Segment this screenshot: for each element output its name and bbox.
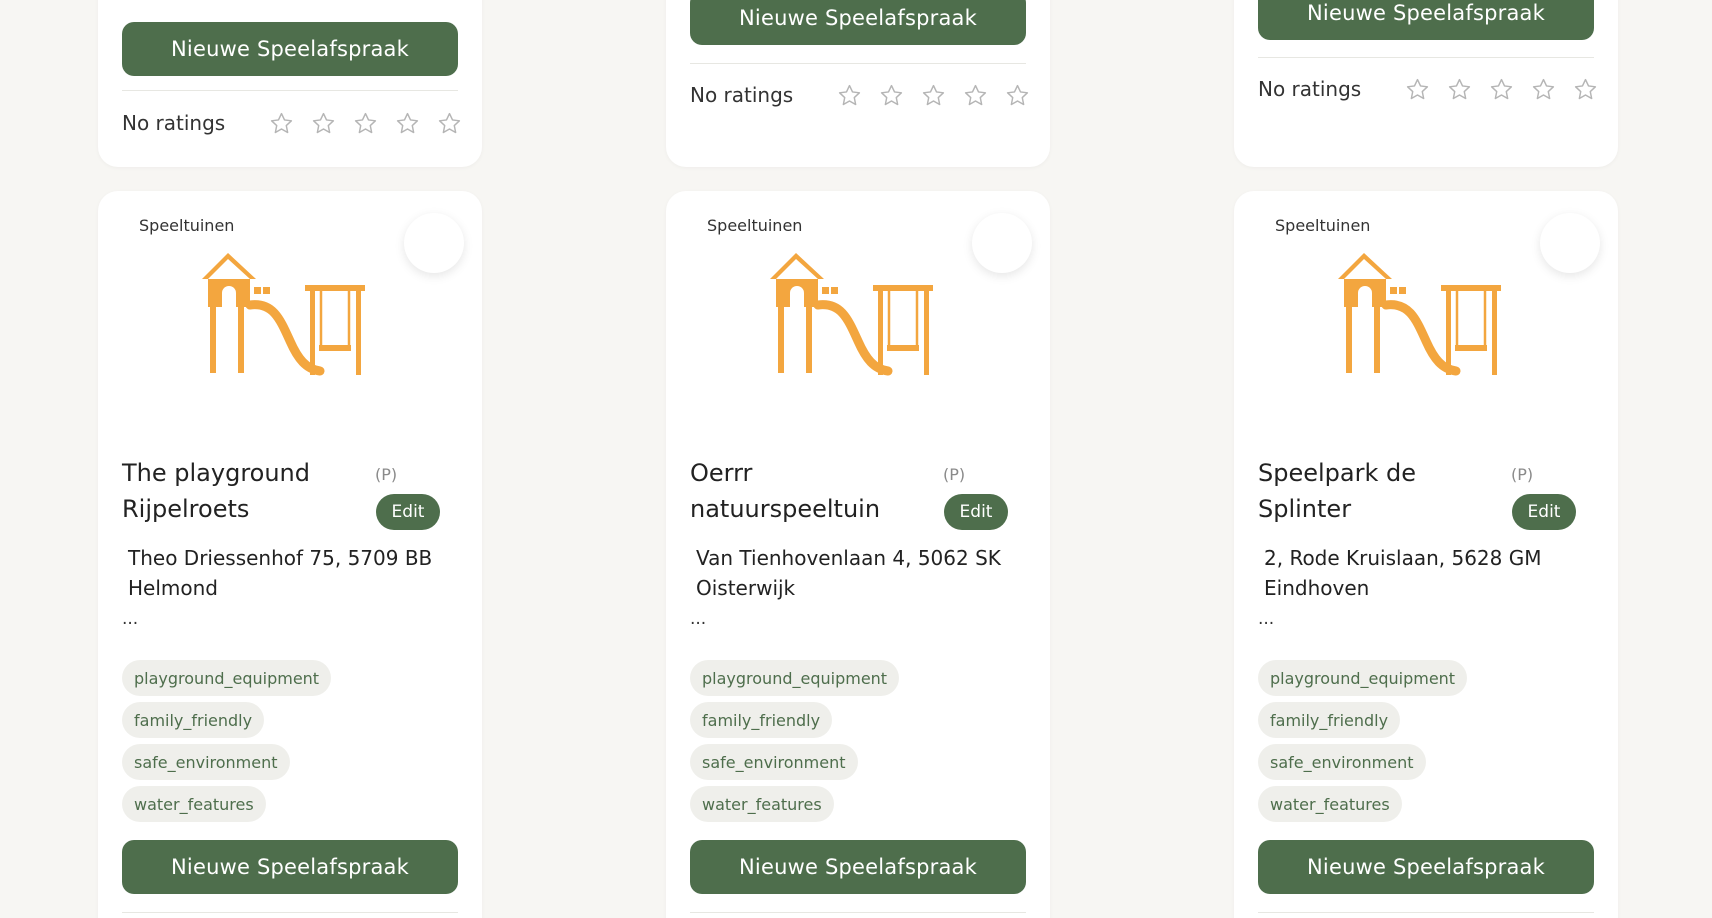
tag-list: playground_equipment family_friendly saf… <box>1258 660 1468 822</box>
favorite-button[interactable] <box>404 213 464 273</box>
address: 2, Rode Kruislaan, 5628 GM Eindhoven <box>1264 546 1542 600</box>
favorite-button[interactable] <box>972 213 1032 273</box>
tag-chip: family_friendly <box>122 702 265 738</box>
divider <box>1258 912 1594 913</box>
playground-card-top-3: Nieuwe Speelafspraak No ratings <box>1234 0 1618 167</box>
tag-chip: safe_environment <box>690 744 858 780</box>
star-icon[interactable] <box>996 80 1038 110</box>
star-icon[interactable] <box>386 108 428 138</box>
tag-chip: family_friendly <box>1258 702 1401 738</box>
playground-icon <box>766 247 938 377</box>
divider <box>1258 57 1594 58</box>
star-icon[interactable] <box>954 80 996 110</box>
divider <box>122 90 458 91</box>
star-icon[interactable] <box>1480 74 1522 104</box>
tag-chip: playground_equipment <box>122 660 332 696</box>
category-label: Speeltuinen <box>139 216 235 235</box>
new-playdate-button[interactable]: Nieuwe Speelafspraak <box>122 22 458 76</box>
tag-chip: water_features <box>690 786 834 822</box>
new-playdate-button[interactable]: Nieuwe Speelafspraak <box>690 0 1026 45</box>
rating-row: No ratings <box>122 108 470 138</box>
description: ... <box>1258 609 1275 629</box>
playground-card-3[interactable]: Speeltuinen Speelpark de Splinter (P) Ed… <box>1234 191 1618 918</box>
star-icon[interactable] <box>428 108 470 138</box>
tag-chip: playground_equipment <box>690 660 900 696</box>
playground-title[interactable]: Oerrr natuurspeeltuin <box>690 455 940 527</box>
address: Van Tienhovenlaan 4, 5062 SK Oisterwijk <box>696 546 1001 600</box>
star-icon[interactable] <box>302 108 344 138</box>
playground-card-top-1: Nieuwe Speelafspraak No ratings <box>98 0 482 167</box>
star-icon[interactable] <box>344 108 386 138</box>
star-icon[interactable] <box>870 80 912 110</box>
rating-label: No ratings <box>1258 77 1362 101</box>
star-icon[interactable] <box>1564 74 1606 104</box>
playground-card-2[interactable]: Speeltuinen Oerrr natuurspeeltuin (P) Ed… <box>666 191 1050 918</box>
address: Theo Driessenhof 75, 5709 BB Helmond <box>128 546 433 600</box>
rating-row: No ratings <box>1258 74 1606 104</box>
private-tag: (P) <box>1511 465 1534 484</box>
rating-row: No ratings <box>690 80 1038 110</box>
playground-title[interactable]: The playground Rijpelroets <box>122 455 372 527</box>
playground-icon <box>198 247 370 377</box>
category-label: Speeltuinen <box>707 216 803 235</box>
description: ... <box>690 609 707 629</box>
star-icon[interactable] <box>1522 74 1564 104</box>
divider <box>690 912 1026 913</box>
star-icon[interactable] <box>828 80 870 110</box>
new-playdate-button[interactable]: Nieuwe Speelafspraak <box>1258 840 1594 894</box>
category-label: Speeltuinen <box>1275 216 1371 235</box>
tag-chip: family_friendly <box>690 702 833 738</box>
playground-icon <box>1334 247 1506 377</box>
new-playdate-button[interactable]: Nieuwe Speelafspraak <box>690 840 1026 894</box>
star-icon[interactable] <box>912 80 954 110</box>
tag-chip: playground_equipment <box>1258 660 1468 696</box>
star-icon[interactable] <box>1396 74 1438 104</box>
tag-chip: safe_environment <box>122 744 290 780</box>
playground-card-1[interactable]: Speeltuinen The playground Rijpelroets (… <box>98 191 482 918</box>
edit-button[interactable]: Edit <box>944 494 1008 530</box>
new-playdate-button[interactable]: Nieuwe Speelafspraak <box>122 840 458 894</box>
star-icon[interactable] <box>1438 74 1480 104</box>
tag-list: playground_equipment family_friendly saf… <box>690 660 900 822</box>
star-icon[interactable] <box>260 108 302 138</box>
divider <box>690 63 1026 64</box>
favorite-button[interactable] <box>1540 213 1600 273</box>
divider <box>122 912 458 913</box>
tag-chip: water_features <box>122 786 266 822</box>
private-tag: (P) <box>943 465 966 484</box>
new-playdate-button[interactable]: Nieuwe Speelafspraak <box>1258 0 1594 40</box>
edit-button[interactable]: Edit <box>1512 494 1576 530</box>
edit-button[interactable]: Edit <box>376 494 440 530</box>
rating-label: No ratings <box>122 111 226 135</box>
description: ... <box>122 609 139 629</box>
playground-title[interactable]: Speelpark de Splinter <box>1258 455 1508 527</box>
rating-label: No ratings <box>690 83 794 107</box>
playground-card-top-2: Nieuwe Speelafspraak No ratings <box>666 0 1050 167</box>
private-tag: (P) <box>375 465 398 484</box>
tag-chip: water_features <box>1258 786 1402 822</box>
tag-chip: safe_environment <box>1258 744 1426 780</box>
tag-list: playground_equipment family_friendly saf… <box>122 660 332 822</box>
